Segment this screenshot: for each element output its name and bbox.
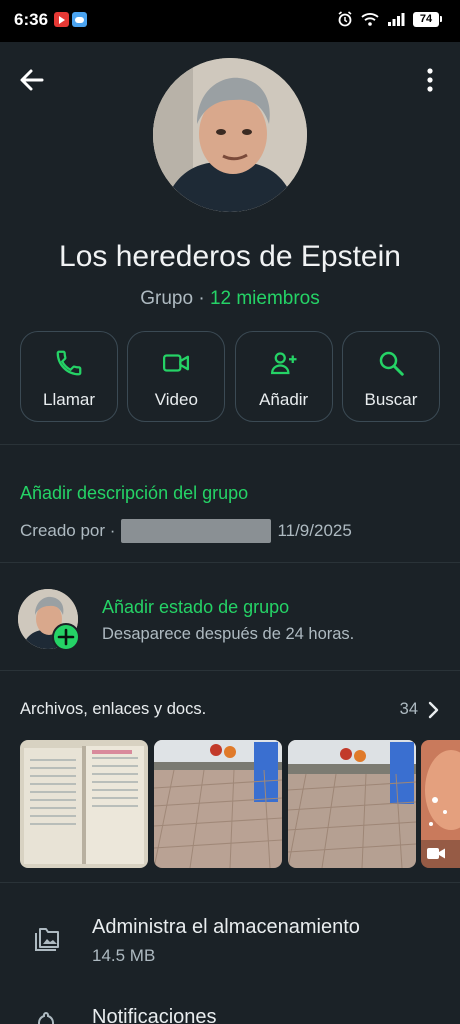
files-title: Archivos, enlaces y docs. bbox=[20, 700, 207, 718]
notifications-row[interactable]: Notificaciones bbox=[0, 1004, 460, 1024]
group-meta: Grupo · 12 miembros bbox=[0, 288, 460, 310]
media-thumbnail[interactable] bbox=[288, 740, 416, 868]
cloud-icon bbox=[72, 12, 87, 27]
battery-level: 74 bbox=[413, 11, 439, 27]
group-label: Grupo bbox=[140, 288, 194, 309]
alarm-icon bbox=[338, 11, 352, 27]
media-thumbnail-video[interactable] bbox=[421, 740, 460, 868]
phone-icon bbox=[56, 350, 82, 376]
status-title: Añadir estado de grupo bbox=[102, 597, 290, 617]
add-label: Añadir bbox=[259, 390, 309, 409]
plus-icon bbox=[57, 628, 75, 646]
signal-icon bbox=[388, 13, 405, 26]
add-group-status-row[interactable]: Añadir estado de grupo Desaparece despué… bbox=[18, 589, 442, 651]
back-button[interactable] bbox=[16, 64, 48, 96]
more-options-button[interactable] bbox=[414, 64, 446, 96]
bell-icon bbox=[38, 1011, 54, 1024]
redacted-name bbox=[121, 519, 272, 543]
created-by: Creado por · 11/9/2025 bbox=[20, 519, 352, 543]
media-thumbnail[interactable] bbox=[20, 740, 148, 868]
search-button[interactable]: Buscar bbox=[341, 331, 440, 422]
storage-size: 14.5 MB bbox=[92, 946, 156, 965]
storage-title: Administra el almacenamiento bbox=[92, 916, 360, 938]
youtube-icon bbox=[54, 12, 69, 27]
divider bbox=[0, 670, 460, 671]
add-person-icon bbox=[270, 352, 297, 375]
battery-icon: 74 bbox=[413, 11, 442, 27]
video-button[interactable]: Video bbox=[127, 331, 226, 422]
files-count: 34 bbox=[399, 700, 418, 718]
meta-separator: · bbox=[193, 288, 210, 309]
action-buttons: Llamar Video Añadir Buscar bbox=[20, 331, 440, 422]
search-label: Buscar bbox=[364, 390, 418, 409]
group-avatar[interactable] bbox=[153, 58, 307, 212]
status-bar: 6:36 74 bbox=[0, 0, 460, 42]
chevron-right-icon bbox=[428, 701, 439, 718]
add-status-button[interactable] bbox=[52, 623, 80, 651]
call-label: Llamar bbox=[43, 390, 95, 409]
divider bbox=[0, 444, 460, 445]
status-subtitle: Desaparece después de 24 horas. bbox=[102, 625, 355, 643]
created-prefix: Creado por · bbox=[20, 521, 116, 540]
media-links-docs-header[interactable]: Archivos, enlaces y docs. 34 bbox=[20, 700, 440, 719]
members-link[interactable]: 12 miembros bbox=[210, 288, 320, 309]
wifi-icon bbox=[361, 13, 379, 26]
group-name: Los herederos de Epstein bbox=[59, 240, 401, 273]
divider bbox=[0, 882, 460, 883]
video-icon bbox=[163, 354, 190, 372]
call-button[interactable]: Llamar bbox=[20, 331, 118, 422]
video-label: Video bbox=[154, 390, 198, 409]
divider bbox=[0, 562, 460, 563]
notifications-title: Notificaciones bbox=[92, 1006, 217, 1024]
search-icon bbox=[379, 351, 404, 376]
add-participant-button[interactable]: Añadir bbox=[234, 331, 333, 422]
media-thumbnails bbox=[20, 740, 460, 868]
more-vertical-icon bbox=[427, 68, 433, 92]
arrow-left-icon bbox=[20, 69, 44, 91]
storage-folder-icon bbox=[35, 928, 59, 951]
media-thumbnail[interactable] bbox=[154, 740, 282, 868]
add-description-link[interactable]: Añadir descripción del grupo bbox=[20, 483, 248, 504]
manage-storage-row[interactable]: Administra el almacenamiento 14.5 MB bbox=[0, 912, 460, 982]
created-date: 11/9/2025 bbox=[277, 521, 352, 540]
clock: 6:36 bbox=[14, 10, 49, 29]
